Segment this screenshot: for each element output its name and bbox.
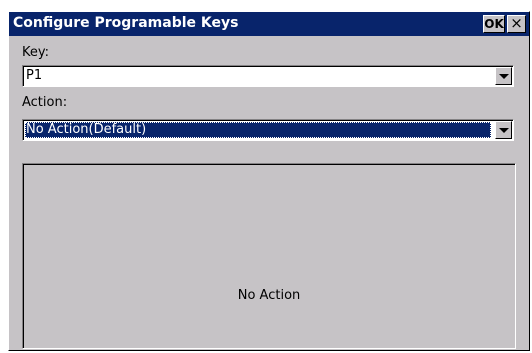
action-dropdown-value: No Action(Default)	[25, 122, 491, 138]
chevron-down-icon	[499, 74, 509, 79]
window-title: Configure Programable Keys	[13, 15, 239, 31]
ok-button[interactable]: OK	[483, 15, 505, 33]
key-dropdown-button[interactable]	[495, 67, 512, 85]
key-dropdown[interactable]: P1	[22, 65, 514, 87]
close-button[interactable]: ×	[507, 15, 526, 33]
title-bar[interactable]: Configure Programable Keys OK ×	[9, 12, 529, 36]
action-details-panel: No Action	[22, 163, 516, 349]
action-dropdown[interactable]: No Action(Default)	[22, 119, 514, 141]
panel-status-text: No Action	[237, 288, 301, 303]
key-dropdown-value: P1	[26, 68, 43, 83]
chevron-down-icon	[499, 128, 509, 133]
dialog-window: Configure Programable Keys OK × Key: P1 …	[8, 11, 530, 351]
action-label: Action:	[22, 95, 68, 110]
action-dropdown-button[interactable]	[495, 121, 512, 139]
key-label: Key:	[22, 45, 50, 60]
